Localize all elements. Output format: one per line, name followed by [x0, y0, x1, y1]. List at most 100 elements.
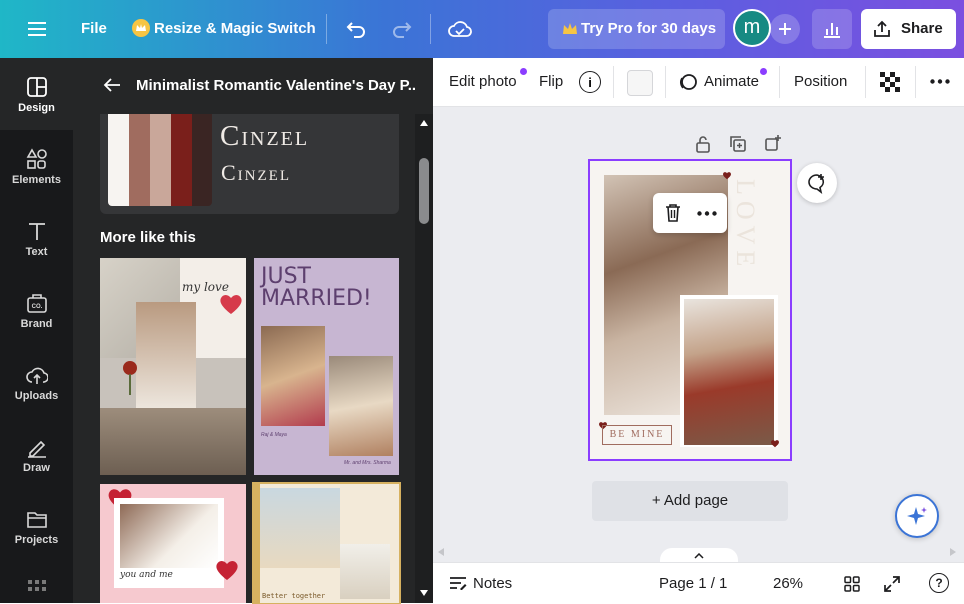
position-button[interactable]: Position — [794, 73, 847, 90]
trash-icon[interactable] — [665, 203, 681, 222]
scroll-down-icon[interactable] — [420, 590, 428, 596]
rail-item-elements[interactable]: Elements — [0, 130, 73, 202]
lock-icon[interactable] — [695, 135, 711, 153]
panel-header: Minimalist Romantic Valentine's Day P... — [73, 58, 433, 114]
share-upload-icon — [874, 20, 890, 37]
crown-icon — [132, 19, 150, 37]
zoom-level[interactable]: 26% — [773, 575, 803, 592]
divider — [779, 66, 780, 98]
back-arrow-icon[interactable] — [103, 77, 121, 93]
rail-item-brand[interactable]: CO. Brand — [0, 274, 73, 346]
element-floating-toolbar — [653, 193, 727, 233]
rail-item-draw[interactable]: Draw — [0, 418, 73, 490]
grid-view-icon[interactable] — [844, 576, 860, 592]
color-palette — [108, 114, 212, 206]
template-thumbnail[interactable]: my love — [100, 258, 246, 475]
heart-icon — [216, 561, 238, 580]
rail-item-label: Brand — [20, 318, 53, 330]
brand-icon: CO. — [26, 294, 47, 313]
apps-grid-icon[interactable] — [28, 580, 46, 598]
add-page-icon[interactable] — [764, 134, 782, 152]
palette-swatch — [108, 114, 129, 206]
fullscreen-icon[interactable] — [883, 575, 901, 593]
cloud-saved-icon[interactable] — [446, 15, 474, 43]
new-badge-dot — [520, 68, 527, 75]
rail-item-label: Design — [18, 102, 55, 114]
chevron-up-icon — [694, 553, 704, 559]
template-thumbnail[interactable]: Better together — [252, 482, 401, 604]
scroll-up-icon[interactable] — [420, 120, 428, 126]
rose-icon — [123, 361, 137, 395]
divider — [326, 14, 327, 44]
share-button[interactable]: Share — [861, 9, 956, 49]
rail-item-uploads[interactable]: Uploads — [0, 346, 73, 418]
notes-icon — [450, 577, 467, 590]
projects-icon — [26, 512, 47, 528]
sparkle-icon — [907, 507, 927, 525]
edit-photo-button[interactable]: Edit photo — [449, 73, 517, 90]
redo-icon[interactable] — [388, 15, 416, 43]
add-page-button[interactable]: + Add page — [592, 481, 788, 521]
add-collaborator-icon[interactable] — [770, 14, 800, 44]
divider — [613, 66, 614, 98]
animate-button[interactable]: Animate — [704, 73, 759, 90]
template-subtitle: Mr. and Mrs. Sharma — [344, 460, 391, 466]
file-menu[interactable]: File — [81, 20, 107, 37]
side-panel: Minimalist Romantic Valentine's Day P...… — [73, 58, 433, 604]
vertical-love-text[interactable]: LOVE — [731, 179, 760, 279]
scroll-thumb[interactable] — [419, 158, 429, 224]
transparency-swatch[interactable] — [627, 70, 653, 96]
divider — [865, 66, 866, 98]
magic-assistant-button[interactable] — [895, 494, 939, 538]
resize-magic-switch-button[interactable]: Resize & Magic Switch — [154, 20, 316, 37]
panel-title: Minimalist Romantic Valentine's Day P... — [136, 77, 416, 94]
add-comment-button[interactable] — [797, 163, 837, 203]
template-thumbnail[interactable]: you and me — [100, 484, 246, 603]
comment-add-icon — [808, 174, 825, 194]
help-icon[interactable]: ? — [929, 573, 949, 593]
template-caption: you and me — [120, 570, 173, 580]
more-options-icon[interactable] — [930, 79, 950, 84]
font-preview-subheading: Cinzel — [221, 160, 291, 185]
be-mine-label[interactable]: BE MINE — [602, 425, 672, 445]
scroll-right-icon[interactable] — [950, 548, 956, 556]
bottom-bar: Notes Page 1 / 1 26% ? — [433, 562, 964, 604]
flip-button[interactable]: Flip — [539, 73, 563, 90]
duplicate-page-icon[interactable] — [729, 135, 747, 153]
avatar[interactable]: m — [733, 9, 771, 47]
more-options-icon[interactable] — [697, 211, 717, 216]
svg-text:CO.: CO. — [31, 304, 42, 310]
template-caption: Better together — [262, 592, 326, 600]
page-indicator[interactable]: Page 1 / 1 — [659, 575, 727, 592]
template-names: Raj & Maya — [261, 432, 287, 438]
divider — [665, 66, 666, 98]
palette-swatch — [171, 114, 192, 206]
undo-icon[interactable] — [342, 15, 370, 43]
template-thumbnail[interactable]: JUST MARRIED! Raj & Maya Mr. and Mrs. Sh… — [254, 258, 399, 475]
rail-item-label: Projects — [14, 534, 59, 546]
info-icon[interactable]: i — [579, 71, 601, 93]
rail-item-label: Uploads — [14, 390, 59, 402]
template-heading: JUST MARRIED! — [261, 264, 372, 311]
try-pro-button[interactable]: Try Pro for 30 days — [548, 9, 725, 49]
font-preview-heading: Cinzel — [220, 120, 310, 152]
elements-icon — [26, 148, 47, 169]
top-bar: File Resize & Magic Switch Try Pro for 3… — [0, 0, 964, 58]
rail-item-projects[interactable]: Projects — [0, 490, 73, 562]
crown-icon — [563, 23, 577, 34]
design-icon — [26, 77, 47, 97]
palette-swatch — [150, 114, 171, 206]
scroll-left-icon[interactable] — [438, 548, 444, 556]
notes-button[interactable]: Notes — [473, 575, 512, 592]
menu-icon[interactable] — [22, 14, 52, 44]
text-icon — [28, 223, 45, 240]
rail-item-label: Elements — [12, 174, 61, 186]
style-preview-card[interactable]: Cinzel Cinzel — [100, 114, 399, 214]
transparency-checker-icon[interactable] — [880, 72, 900, 92]
context-toolbar: Edit photo Flip i Animate Position — [433, 58, 964, 107]
rail-item-design[interactable]: Design — [0, 58, 73, 130]
couple-photo-secondary[interactable] — [684, 299, 774, 445]
rail-item-text[interactable]: Text — [0, 202, 73, 274]
rail-item-label: Text — [25, 246, 48, 258]
insights-chart-icon[interactable] — [812, 9, 852, 49]
